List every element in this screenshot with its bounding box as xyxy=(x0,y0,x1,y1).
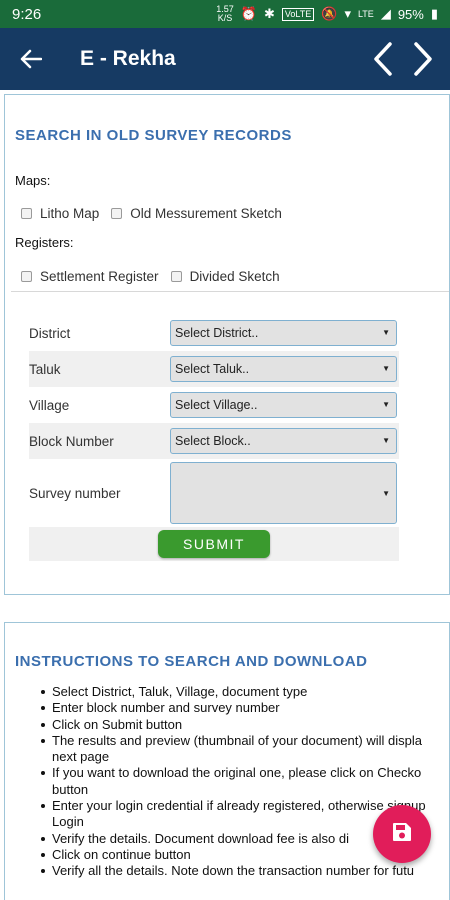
status-icons: 1.57 K/S ⏰ ✱ VoLTE 🔕 ▾ LTE ◢ 95% ▮ xyxy=(216,5,438,23)
chevron-left-icon[interactable] xyxy=(368,39,398,79)
vibrate-icon: ✱ xyxy=(263,6,275,21)
alarm-icon: ⏰ xyxy=(240,6,257,21)
mute-icon: 🔕 xyxy=(321,6,338,21)
status-bar: 9:26 1.57 K/S ⏰ ✱ VoLTE 🔕 ▾ LTE ◢ 95% ▮ xyxy=(0,0,450,28)
wifi-icon: ▾ xyxy=(344,6,351,21)
settlement-register-label: Settlement Register xyxy=(40,269,159,284)
old-measurement-sketch-checkbox[interactable] xyxy=(111,208,123,219)
dropdown-arrow-icon: ▼ xyxy=(382,364,390,373)
list-item: The results and preview (thumbnail of yo… xyxy=(41,733,449,749)
dropdown-arrow-icon: ▼ xyxy=(382,328,390,337)
district-select[interactable]: Select District.. ▼ xyxy=(170,320,397,346)
taluk-row: Taluk Select Taluk.. ▼ xyxy=(29,351,399,387)
app-title: E - Rekha xyxy=(80,47,176,70)
list-item: If you want to download the original one… xyxy=(41,765,449,781)
survey-number-select[interactable]: ▼ xyxy=(170,462,397,524)
taluk-label: Taluk xyxy=(29,361,61,377)
taluk-select-value: Select Taluk.. xyxy=(175,362,250,376)
list-item: Select District, Taluk, Village, documen… xyxy=(41,684,449,700)
village-label: Village xyxy=(29,397,70,413)
lte-label: LTE xyxy=(357,8,374,19)
list-item: Enter block number and survey number xyxy=(41,700,449,716)
registers-options: Settlement Register Divided Sketch xyxy=(21,269,280,284)
divided-sketch-checkbox[interactable] xyxy=(170,271,182,282)
app-bar: E - Rekha xyxy=(0,28,450,90)
battery-percent: 95% xyxy=(397,6,424,22)
submit-button[interactable]: SUBMIT xyxy=(158,530,270,558)
survey-number-row: Survey number ▼ xyxy=(29,459,399,527)
chevron-right-icon[interactable] xyxy=(408,39,438,79)
network-speed: 1.57 K/S xyxy=(216,4,234,23)
litho-map-label: Litho Map xyxy=(40,206,100,221)
survey-number-label: Survey number xyxy=(29,485,121,501)
list-item: Click on Submit button xyxy=(41,717,449,733)
submit-row: SUBMIT xyxy=(29,527,399,561)
list-item-continuation: next page xyxy=(52,749,110,765)
list-item-continuation: button xyxy=(52,781,89,797)
back-arrow-icon[interactable] xyxy=(0,28,62,90)
district-select-value: Select District.. xyxy=(175,326,259,340)
search-card: SEARCH IN OLD SURVEY RECORDS Maps: Litho… xyxy=(4,94,450,595)
block-select-value: Select Block.. xyxy=(175,434,251,448)
search-form: District Select District.. ▼ Taluk Selec… xyxy=(29,315,399,561)
battery-icon: ▮ xyxy=(430,6,438,21)
volte-badge: VoLTE xyxy=(281,7,315,21)
instructions-title: INSTRUCTIONS TO SEARCH AND DOWNLOAD xyxy=(15,653,368,670)
village-select[interactable]: Select Village.. ▼ xyxy=(170,392,397,418)
dropdown-arrow-icon: ▼ xyxy=(382,489,390,498)
village-row: Village Select Village.. ▼ xyxy=(29,387,399,423)
instructions-card: INSTRUCTIONS TO SEARCH AND DOWNLOAD Sele… xyxy=(4,622,450,900)
village-select-value: Select Village.. xyxy=(175,398,258,412)
litho-map-checkbox[interactable] xyxy=(21,208,32,219)
block-number-row: Block Number Select Block.. ▼ xyxy=(29,423,399,459)
block-select[interactable]: Select Block.. ▼ xyxy=(170,428,397,454)
dropdown-arrow-icon: ▼ xyxy=(382,400,390,409)
page-nav xyxy=(368,39,450,79)
signal-icon: ◢ xyxy=(380,6,391,21)
maps-options: Litho Map Old Messurement Sketch xyxy=(21,206,282,221)
settlement-register-checkbox[interactable] xyxy=(21,271,32,282)
status-time: 9:26 xyxy=(12,5,42,23)
taluk-select[interactable]: Select Taluk.. ▼ xyxy=(170,356,397,382)
search-title: SEARCH IN OLD SURVEY RECORDS xyxy=(15,127,292,144)
old-measurement-sketch-label: Old Messurement Sketch xyxy=(130,206,282,221)
list-item: Verify all the details. Note down the tr… xyxy=(41,863,449,879)
registers-label: Registers: xyxy=(15,235,74,250)
divider xyxy=(11,291,449,292)
save-icon xyxy=(392,822,412,847)
maps-label: Maps: xyxy=(15,173,51,188)
save-fab-button[interactable] xyxy=(373,805,431,863)
divided-sketch-label: Divided Sketch xyxy=(189,269,280,284)
dropdown-arrow-icon: ▼ xyxy=(382,436,390,445)
district-row: District Select District.. ▼ xyxy=(29,315,399,351)
block-number-label: Block Number xyxy=(29,433,114,449)
district-label: District xyxy=(29,325,71,341)
